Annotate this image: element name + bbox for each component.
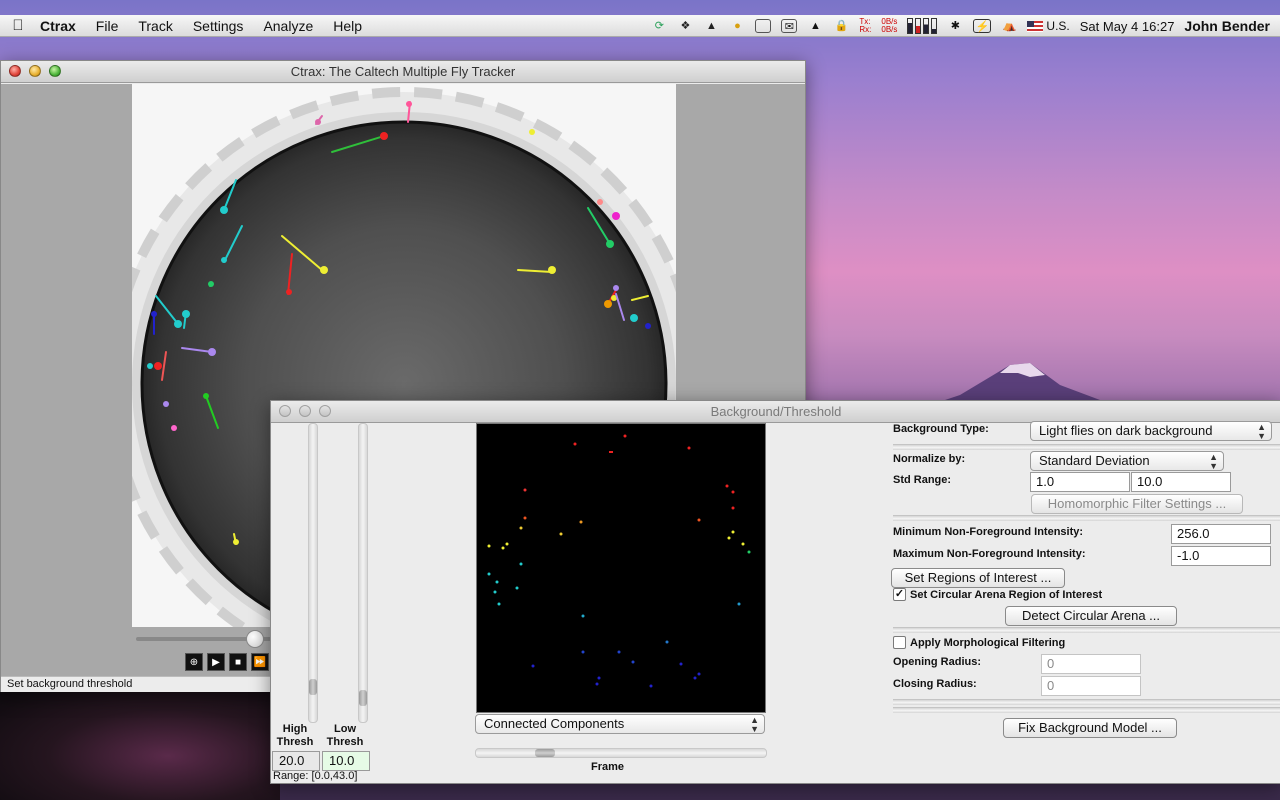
connected-components-image — [487, 434, 751, 688]
opening-radius-label: Opening Radius: — [893, 656, 981, 668]
fast-forward-icon[interactable]: ⏩ — [251, 653, 269, 671]
select-arrows-icon: ▲ ▼ — [750, 715, 759, 734]
detect-arena-button[interactable]: Detect Circular Arena ... — [1005, 606, 1177, 626]
zoom-icon[interactable]: ⊕ — [185, 653, 203, 671]
background-type-value: Light flies on dark background — [1039, 423, 1213, 438]
app-status-icon[interactable]: ● — [729, 19, 745, 33]
menu-track[interactable]: Track — [128, 18, 182, 34]
separator — [893, 515, 1280, 521]
input-source[interactable]: U.S. — [1027, 19, 1070, 33]
main-window-titlebar[interactable]: Ctrax: The Caltech Multiple Fly Tracker — [1, 61, 805, 83]
background-type-label: Background Type: — [893, 423, 989, 435]
normalize-value: Standard Deviation — [1039, 453, 1150, 468]
bg-zoom-button[interactable] — [319, 405, 331, 417]
hat-icon[interactable]: ▲ — [807, 19, 823, 33]
morph-filter-label: Apply Morphological Filtering — [910, 636, 1066, 649]
bg-minimize-button[interactable] — [299, 405, 311, 417]
apple-menu-icon[interactable]:  — [0, 17, 36, 34]
low-thresh-knob[interactable] — [359, 690, 367, 706]
closing-radius-label: Closing Radius: — [893, 678, 977, 690]
low-thresh-label: Low Thresh — [326, 723, 364, 748]
menu-settings[interactable]: Settings — [183, 18, 254, 34]
set-roi-button[interactable]: Set Regions of Interest ... — [891, 568, 1065, 588]
high-thresh-knob[interactable] — [309, 679, 317, 695]
mail-icon[interactable]: ✉ — [781, 19, 798, 33]
high-thresh-slider[interactable] — [308, 423, 318, 723]
sync-icon[interactable]: ⟳ — [651, 19, 667, 33]
fix-background-button[interactable]: Fix Background Model ... — [1003, 718, 1177, 738]
network-rates: 0B/s 0B/s — [881, 18, 897, 34]
background-threshold-window: Background/Threshold High Thresh Low Thr… — [270, 400, 1280, 784]
calendar-icon[interactable] — [755, 19, 772, 33]
input-source-label: U.S. — [1046, 19, 1070, 33]
max-nonfg-label: Maximum Non-Foreground Intensity: — [893, 548, 1086, 560]
playback-controls: ⊕ ▶ ■ ⏩ — [185, 653, 269, 671]
circular-arena-label: Set Circular Arena Region of Interest — [910, 588, 1103, 601]
stop-icon[interactable]: ■ — [229, 653, 247, 671]
status-area: ⟳ ❖ ▲ ● ✉ ▲ 🔒 Tx: Rx: 0B/s 0B/s ✱ ⚡ ⛺ U.S.… — [651, 15, 1270, 37]
close-button[interactable] — [9, 65, 21, 77]
menu-file[interactable]: File — [86, 18, 129, 34]
bg-frame-slider-knob[interactable] — [535, 749, 555, 757]
threshold-preview — [476, 423, 766, 713]
view-mode-value: Connected Components — [484, 716, 625, 731]
user-name[interactable]: John Bender — [1184, 18, 1270, 34]
high-thresh-input[interactable]: 20.0 — [272, 751, 320, 771]
frame-slider-knob[interactable] — [246, 630, 264, 648]
range-text: Range: [0.0,43.0] — [273, 770, 358, 782]
net-rx-label: Rx: — [859, 25, 872, 34]
morph-filter-checkbox[interactable]: Apply Morphological Filtering — [893, 636, 1065, 649]
std-range-max-input[interactable]: 10.0 — [1131, 472, 1231, 492]
bg-close-button[interactable] — [279, 405, 291, 417]
circular-arena-checkbox[interactable]: ✓ Set Circular Arena Region of Interest — [893, 588, 1102, 601]
drive-icon[interactable]: ▲ — [703, 19, 719, 33]
memory-meter-icon[interactable] — [907, 18, 938, 34]
network-labels: Tx: Rx: — [859, 18, 871, 34]
main-window-title: Ctrax: The Caltech Multiple Fly Tracker — [290, 64, 516, 79]
dropbox-icon[interactable]: ❖ — [677, 19, 693, 33]
bg-window-titlebar[interactable]: Background/Threshold — [271, 401, 1280, 423]
lock-icon[interactable]: 🔒 — [833, 19, 849, 33]
battery-icon[interactable]: ⚡ — [973, 19, 992, 33]
opening-radius-input[interactable]: 0 — [1041, 654, 1141, 674]
bluetooth-icon[interactable]: ✱ — [947, 19, 963, 33]
minimize-button[interactable] — [29, 65, 41, 77]
min-nonfg-label: Minimum Non-Foreground Intensity: — [893, 526, 1084, 538]
min-nonfg-input[interactable]: 256.0 — [1171, 524, 1271, 544]
play-icon[interactable]: ▶ — [207, 653, 225, 671]
separator — [893, 444, 1280, 450]
separator — [893, 707, 1280, 713]
high-thresh-label: High Thresh — [276, 723, 314, 748]
closing-radius-input[interactable]: 0 — [1041, 676, 1141, 696]
clock[interactable]: Sat May 4 16:27 — [1080, 19, 1175, 34]
desktop-foreground-trees — [0, 690, 280, 800]
std-range-label: Std Range: — [893, 474, 952, 486]
separator — [893, 699, 1280, 705]
morph-filter-checkbox-box[interactable] — [893, 636, 906, 649]
bg-frame-slider[interactable] — [475, 748, 767, 758]
view-mode-select[interactable]: Connected Components ▲ ▼ — [475, 714, 765, 734]
frame-label: Frame — [591, 761, 625, 773]
menu-help[interactable]: Help — [323, 18, 372, 34]
max-nonfg-input[interactable]: -1.0 — [1171, 546, 1271, 566]
select-arrows-icon: ▲ ▼ — [1257, 422, 1266, 441]
std-range-min-input[interactable]: 1.0 — [1030, 472, 1130, 492]
bg-window-title: Background/Threshold — [710, 404, 842, 419]
menu-analyze[interactable]: Analyze — [253, 18, 323, 34]
low-thresh-input[interactable]: 10.0 — [322, 751, 370, 771]
app-menu[interactable]: Ctrax — [36, 18, 86, 34]
circular-arena-checkmark-icon[interactable]: ✓ — [893, 588, 906, 601]
separator — [893, 627, 1280, 633]
normalize-label: Normalize by: — [893, 453, 966, 465]
wifi-icon[interactable]: ⛺ — [1001, 19, 1017, 33]
net-rx-rate: 0B/s — [881, 25, 898, 34]
background-type-select[interactable]: Light flies on dark background ▲ ▼ — [1030, 421, 1272, 441]
flag-icon — [1027, 20, 1044, 32]
homomorphic-filter-button[interactable]: Homomorphic Filter Settings ... — [1031, 494, 1243, 514]
select-arrows-icon: ▲ ▼ — [1209, 452, 1218, 471]
low-thresh-slider[interactable] — [358, 423, 368, 723]
normalize-select[interactable]: Standard Deviation ▲ ▼ — [1030, 451, 1224, 471]
menubar:  Ctrax File Track Settings Analyze Help… — [0, 15, 1280, 37]
zoom-button[interactable] — [49, 65, 61, 77]
